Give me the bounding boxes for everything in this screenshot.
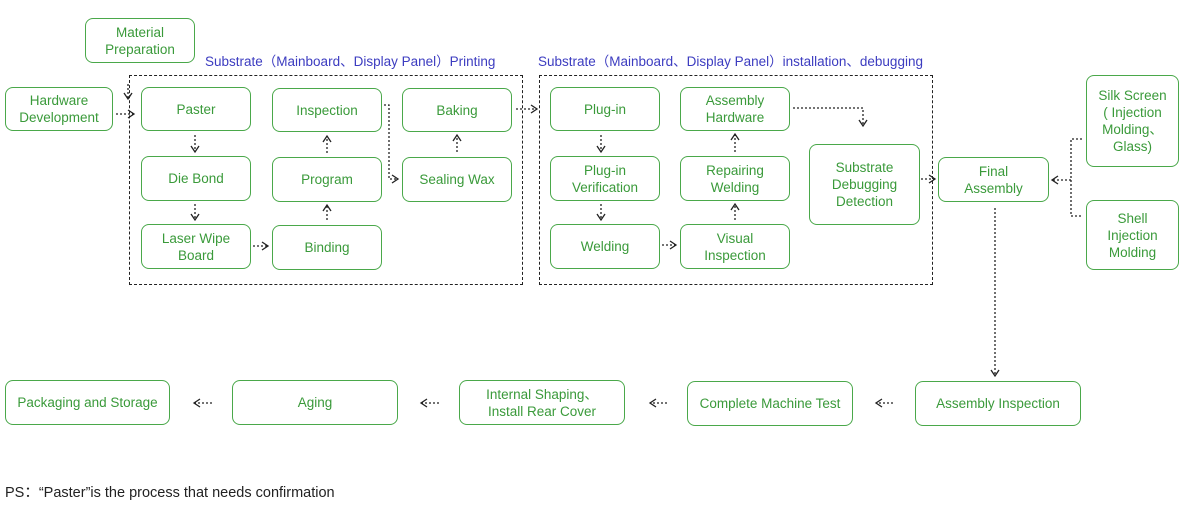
arrow-assembly-hardware-to-debugging	[793, 107, 868, 128]
node-shell-injection-molding: Shell Injection Molding	[1086, 200, 1179, 270]
node-complete-machine-test: Complete Machine Test	[687, 381, 853, 426]
footnote: PS：“Paster”is the process that needs con…	[5, 485, 335, 501]
node-hardware-development: Hardware Development	[5, 87, 113, 131]
arrow-side-to-final	[1052, 138, 1082, 217]
node-plug-in: Plug-in	[550, 87, 660, 131]
node-assembly-inspection: Assembly Inspection	[915, 381, 1081, 426]
node-assembly-hardware: Assembly Hardware	[680, 87, 790, 131]
node-substrate-debugging-detection: Substrate Debugging Detection	[809, 144, 920, 225]
node-binding: Binding	[272, 225, 382, 270]
node-material-preparation: Material Preparation	[85, 18, 195, 63]
node-packaging-and-storage: Packaging and Storage	[5, 380, 170, 425]
node-final-assembly: Final Assembly	[938, 157, 1049, 202]
node-die-bond: Die Bond	[141, 156, 251, 201]
node-visual-inspection: Visual Inspection	[680, 224, 790, 269]
node-welding: Welding	[550, 224, 660, 269]
node-inspection: Inspection	[272, 88, 382, 132]
node-silk-screen: Silk Screen ( Injection Molding、 Glass)	[1086, 75, 1179, 167]
node-repairing-welding: Repairing Welding	[680, 156, 790, 201]
node-sealing-wax: Sealing Wax	[402, 157, 512, 202]
arrow-inspection-to-sealing	[384, 104, 400, 184]
node-plug-in-verification: Plug-in Verification	[550, 156, 660, 201]
node-laser-wipe-board: Laser Wipe Board	[141, 224, 251, 269]
node-internal-shaping: Internal Shaping、 Install Rear Cover	[459, 380, 625, 425]
node-aging: Aging	[232, 380, 398, 425]
node-baking: Baking	[402, 88, 512, 132]
process-flow-diagram: Substrate（Mainboard、Display Panel）Printi…	[0, 0, 1180, 527]
node-paster: Paster	[141, 87, 251, 131]
node-program: Program	[272, 157, 382, 202]
